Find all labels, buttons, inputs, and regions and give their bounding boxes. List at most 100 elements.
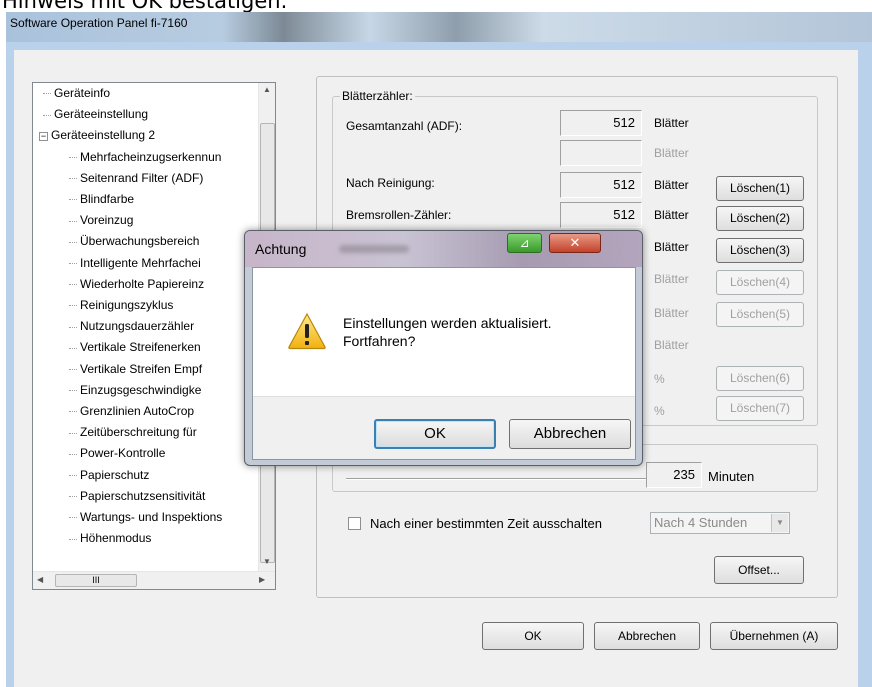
tree-item[interactable]: Blindfarbe <box>69 190 134 208</box>
tree-connector <box>69 368 77 370</box>
clear-5-button[interactable]: Löschen(5) <box>716 302 804 327</box>
close-icon[interactable]: ✕ <box>549 233 601 253</box>
tree-connector <box>69 156 77 158</box>
dialog-titlebar[interactable]: Achtung ⊿ ✕ <box>245 231 642 267</box>
tree-connector <box>69 199 77 201</box>
tree-connector <box>69 538 77 540</box>
dialog-title: Achtung <box>255 241 307 257</box>
dialog-cancel-button[interactable]: Abbrechen <box>509 419 631 449</box>
counter-unit-percent: % <box>654 404 665 418</box>
counter-unit: Blätter <box>654 146 689 160</box>
tree-connector <box>69 262 77 264</box>
clear-4-button[interactable]: Löschen(4) <box>716 270 804 295</box>
dialog-ok-button[interactable]: OK <box>374 419 496 449</box>
tree-item[interactable]: Geräteeinstellung <box>43 105 148 123</box>
tree-item[interactable]: Einzugsgeschwindigke <box>69 381 201 399</box>
scroll-down-icon[interactable]: ▼ <box>263 557 271 566</box>
tree-item[interactable]: Überwachungsbereich <box>69 232 199 250</box>
tree-item-label: Vertikale Streifenerken <box>80 340 201 355</box>
tree-item[interactable]: Nutzungsdauerzähler <box>69 317 194 335</box>
counter-unit: Blätter <box>654 240 689 254</box>
tree-item[interactable]: Vertikale Streifen Empf <box>69 360 202 378</box>
tree-connector <box>69 241 77 243</box>
tree-connector <box>69 474 77 476</box>
tree-connector <box>69 432 77 434</box>
tree-item[interactable]: Wartungs- und Inspektions <box>69 508 222 526</box>
tree-item[interactable]: Höhenmodus <box>69 529 151 547</box>
tree-connector <box>69 517 77 519</box>
tree-item-label: Einzugsgeschwindigke <box>80 382 202 397</box>
apply-button[interactable]: Übernehmen (A) <box>710 622 838 650</box>
minutes-unit: Minuten <box>708 469 755 484</box>
chevron-down-icon[interactable]: ▼ <box>771 514 788 532</box>
tree-connector <box>43 93 51 95</box>
confirm-dialog: Achtung ⊿ ✕ Einstellungen werden aktuali… <box>244 230 643 466</box>
tree-item[interactable]: Zeitüberschreitung für <box>69 423 197 441</box>
power-slider-track[interactable] <box>346 478 646 480</box>
tree-item-label: Geräteeinstellung <box>54 107 149 122</box>
tree-item[interactable]: Mehrfacheinzugserkennun <box>69 148 221 166</box>
tree-connector <box>69 411 77 413</box>
tree-connector <box>69 284 77 286</box>
warning-icon <box>288 312 326 350</box>
dialog-footer: OK Abbrechen <box>253 396 635 459</box>
window-title: Software Operation Panel fi-7160 <box>10 16 188 30</box>
clear-7-button[interactable]: Löschen(7) <box>716 396 804 421</box>
counter-unit: Blätter <box>654 116 689 130</box>
counter-label-after-cleaning: Nach Reinigung: <box>346 176 435 190</box>
scroll-up-icon[interactable]: ▲ <box>263 85 271 94</box>
cancel-button[interactable]: Abbrechen <box>594 622 700 650</box>
tree-item[interactable]: Reinigungszyklus <box>69 296 173 314</box>
tree-connector <box>69 220 77 222</box>
main-titlebar[interactable]: Software Operation Panel fi-7160 <box>6 12 872 42</box>
counter-unit: Blätter <box>654 178 689 192</box>
counter-unit-percent: % <box>654 372 665 386</box>
tree-item[interactable]: Papierschutzsensitivität <box>69 487 205 505</box>
dialog-message-line1: Einstellungen werden aktualisiert. <box>343 315 552 331</box>
offset-button[interactable]: Offset... <box>714 556 804 584</box>
tree-item[interactable]: Grenzlinien AutoCrop <box>69 402 194 420</box>
tree-item[interactable]: − Geräteeinstellung 2 <box>39 126 155 144</box>
auto-off-checkbox[interactable] <box>348 517 361 530</box>
minutes-value[interactable]: 235 <box>646 462 702 488</box>
clear-1-button[interactable]: Löschen(1) <box>716 176 804 201</box>
tree-item-label: Geräteinfo <box>54 86 111 100</box>
tree-item[interactable]: Papierschutz <box>69 466 149 484</box>
scroll-left-icon[interactable]: ◀ <box>37 575 43 584</box>
tree-item-label: Papierschutz <box>80 467 150 482</box>
settings-tree[interactable]: Geräteinfo Geräteeinstellung − Geräteeinste… <box>32 82 276 590</box>
tree-item-label: Reinigungszyklus <box>80 298 174 312</box>
clear-3-button[interactable]: Löschen(3) <box>716 238 804 263</box>
tree-item[interactable]: Wiederholte Papiereinz <box>69 275 204 293</box>
clear-6-button[interactable]: Löschen(6) <box>716 366 804 391</box>
minimize-icon[interactable]: ⊿ <box>507 233 542 253</box>
tree-item[interactable]: Intelligente Mehrfachei <box>69 254 201 272</box>
counter-unit: Blätter <box>654 272 689 286</box>
ok-button[interactable]: OK <box>482 622 584 650</box>
collapse-icon[interactable]: − <box>39 131 48 141</box>
tree-item[interactable]: Geräteinfo <box>43 84 110 102</box>
tree-item[interactable]: Vertikale Streifenerken <box>69 338 201 356</box>
tree-item-label: Voreinzug <box>80 213 134 228</box>
tree-item[interactable]: Seitenrand Filter (ADF) <box>69 169 203 187</box>
clear-2-button[interactable]: Löschen(2) <box>716 206 804 231</box>
counter-value-empty <box>560 140 642 166</box>
tree-item[interactable]: Power-Kontrolle <box>69 444 165 462</box>
tree-hscroll-thumb[interactable]: III <box>55 574 137 587</box>
tree-item-label: Intelligente Mehrfachei <box>80 255 201 270</box>
tree-item-label: Blindfarbe <box>80 192 135 206</box>
counter-group-label: Blätterzähler: <box>340 89 415 103</box>
tree-connector <box>69 496 77 498</box>
dialog-title-blur <box>339 245 409 253</box>
tree-item-label: Vertikale Streifen Empf <box>80 361 203 376</box>
instruction-caption: Hinweis mit OK bestätigen. <box>2 0 288 12</box>
auto-off-combo[interactable]: Nach 4 Stunden ▼ <box>650 512 790 534</box>
tree-connector <box>69 178 77 180</box>
tree-item[interactable]: Voreinzug <box>69 211 133 229</box>
tree-horizontal-scrollbar[interactable]: ◀ III ▶ <box>33 571 275 589</box>
scroll-right-icon[interactable]: ▶ <box>259 575 265 584</box>
tree-connector <box>69 390 77 392</box>
scroll-grip-icon: III <box>92 575 100 585</box>
counter-value-brake-roller: 512 <box>560 202 642 228</box>
counter-value-total: 512 <box>560 110 642 136</box>
